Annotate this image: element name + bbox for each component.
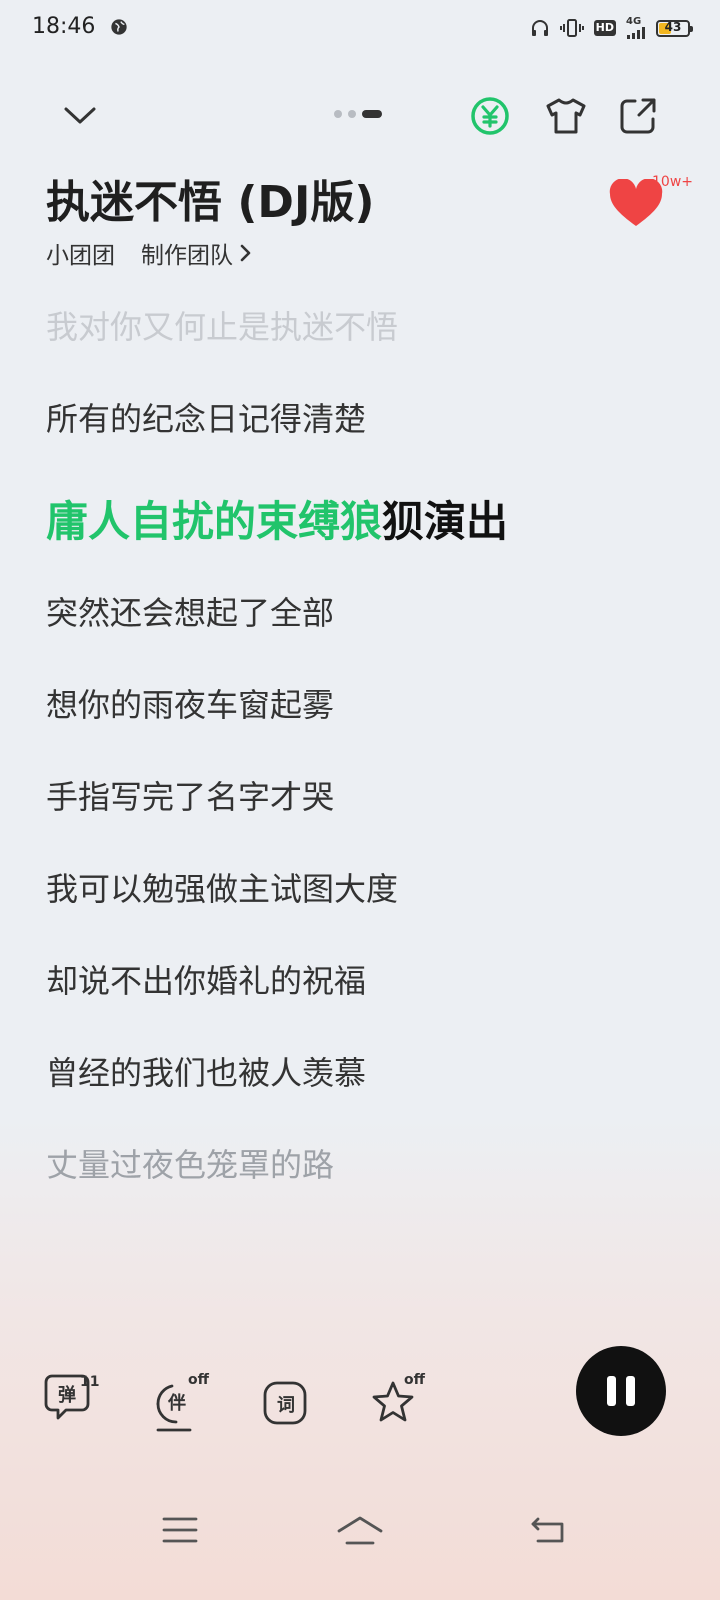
accompany-state: off — [188, 1372, 209, 1388]
menu-icon — [162, 1517, 198, 1543]
status-time: 18:46 — [32, 14, 96, 39]
production-team-link[interactable]: 制作团队 — [141, 236, 233, 270]
share-button[interactable] — [614, 92, 662, 140]
lyrics-label: 词 — [277, 1395, 295, 1416]
share-icon — [620, 98, 656, 134]
status-indicators: HD 4G 43 — [530, 14, 693, 42]
page-dot-active — [362, 110, 382, 118]
lyric-unsung-part: 狈演出 — [382, 497, 509, 546]
pause-icon — [607, 1376, 616, 1406]
danmaku-label: 弹 — [58, 1385, 76, 1406]
artist-row: 小团团 制作团队 — [46, 236, 255, 270]
lyric-line[interactable]: 所有的纪念日记得清楚 — [46, 394, 366, 440]
hd-badge: HD — [593, 20, 616, 36]
page-dot — [334, 110, 342, 118]
signal-indicator: 4G — [626, 17, 646, 39]
lyric-line[interactable]: 丈量过夜色笼罩的路 — [46, 1140, 334, 1186]
like-count: 10w+ — [652, 174, 693, 190]
song-title: 执迷不悟 (DJ版) — [46, 177, 375, 228]
back-icon — [531, 1517, 564, 1543]
lyrics-button[interactable]: 词 — [262, 1380, 310, 1428]
chevron-down-icon — [64, 107, 96, 124]
page-indicator — [334, 110, 382, 118]
lyric-line-current[interactable]: 庸人自扰的束缚狼狈演出 — [46, 488, 508, 549]
pause-button[interactable] — [576, 1346, 666, 1436]
theme-button[interactable] — [542, 92, 590, 140]
network-type: 4G — [626, 16, 642, 27]
tshirt-icon — [546, 98, 586, 134]
danmaku-count: 11 — [80, 1374, 100, 1390]
lyric-sung-part: 庸人自扰的束缚狼 — [46, 497, 383, 546]
nav-menu-button[interactable] — [150, 1500, 210, 1560]
lyric-line[interactable]: 手指写完了名字才哭 — [46, 772, 334, 818]
lyric-line[interactable]: 曾经的我们也被人羡慕 — [46, 1048, 366, 1094]
page-dot — [348, 110, 356, 118]
signal-icon — [627, 27, 645, 39]
lyric-line[interactable]: 想你的雨夜车窗起雾 — [46, 680, 334, 726]
lyric-line[interactable]: 突然还会想起了全部 — [46, 588, 334, 634]
home-icon — [337, 1516, 383, 1545]
lyric-line[interactable]: 我可以勉强做主试图大度 — [46, 864, 398, 910]
battery-icon: 43 — [656, 19, 693, 37]
vibrate-icon — [559, 19, 584, 37]
nav-back-button[interactable] — [518, 1500, 578, 1560]
headphones-icon — [531, 20, 548, 36]
collapse-button[interactable] — [56, 92, 104, 140]
accompany-label: 伴 — [168, 1393, 186, 1414]
nav-home-button[interactable] — [330, 1500, 390, 1560]
artist-name[interactable]: 小团团 — [46, 236, 115, 270]
battery-text: 43 — [664, 19, 682, 34]
lyric-line[interactable]: 却说不出你婚礼的祝福 — [46, 956, 366, 1002]
globe-icon — [111, 19, 127, 35]
chevron-right-icon — [240, 244, 251, 262]
vip-coin-icon — [471, 97, 509, 135]
lyric-line[interactable]: 我对你又何止是执迷不悟 — [46, 302, 398, 348]
favorite-state: off — [404, 1372, 425, 1388]
vip-button[interactable] — [466, 92, 514, 140]
